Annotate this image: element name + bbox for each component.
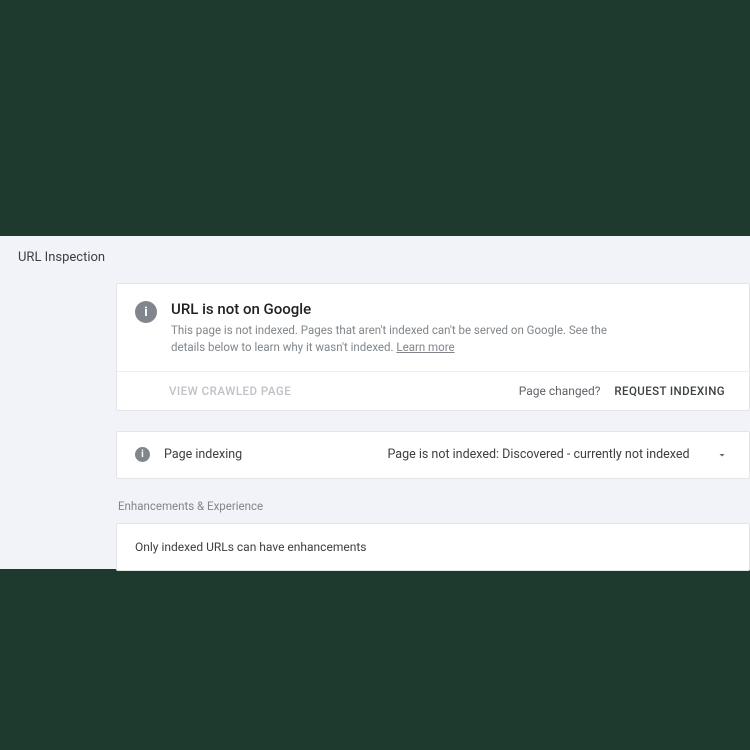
page-title: URL Inspection <box>0 236 750 273</box>
info-icon: i <box>135 301 157 323</box>
enhancements-section-title: Enhancements & Experience <box>118 499 750 513</box>
page-changed-label: Page changed? <box>519 384 601 398</box>
main-panel: i URL is not on Google This page is not … <box>116 283 750 571</box>
status-text: URL is not on Google This page is not in… <box>171 300 731 357</box>
status-description: This page is not indexed. Pages that are… <box>171 322 611 357</box>
page-indexing-label: Page indexing <box>164 447 364 462</box>
request-indexing-button[interactable]: REQUEST INDEXING <box>614 384 725 398</box>
view-crawled-page-button: VIEW CRAWLED PAGE <box>169 384 291 398</box>
info-icon: i <box>135 447 150 462</box>
page-indexing-status: Page is not indexed: Discovered - curren… <box>364 447 713 462</box>
page-indexing-row[interactable]: i Page indexing Page is not indexed: Dis… <box>116 431 750 479</box>
status-card: i URL is not on Google This page is not … <box>116 283 750 411</box>
enhancements-message: Only indexed URLs can have enhancements <box>135 540 366 554</box>
content-area: URL Inspection i URL is not on Google Th… <box>0 236 750 569</box>
chevron-down-icon <box>713 446 731 464</box>
status-description-text: This page is not indexed. Pages that are… <box>171 323 607 354</box>
enhancements-card: Only indexed URLs can have enhancements <box>116 523 750 571</box>
action-row: VIEW CRAWLED PAGE Page changed? REQUEST … <box>117 371 749 410</box>
status-header: i URL is not on Google This page is not … <box>117 284 749 371</box>
status-title: URL is not on Google <box>171 300 731 318</box>
learn-more-link[interactable]: Learn more <box>396 340 454 354</box>
